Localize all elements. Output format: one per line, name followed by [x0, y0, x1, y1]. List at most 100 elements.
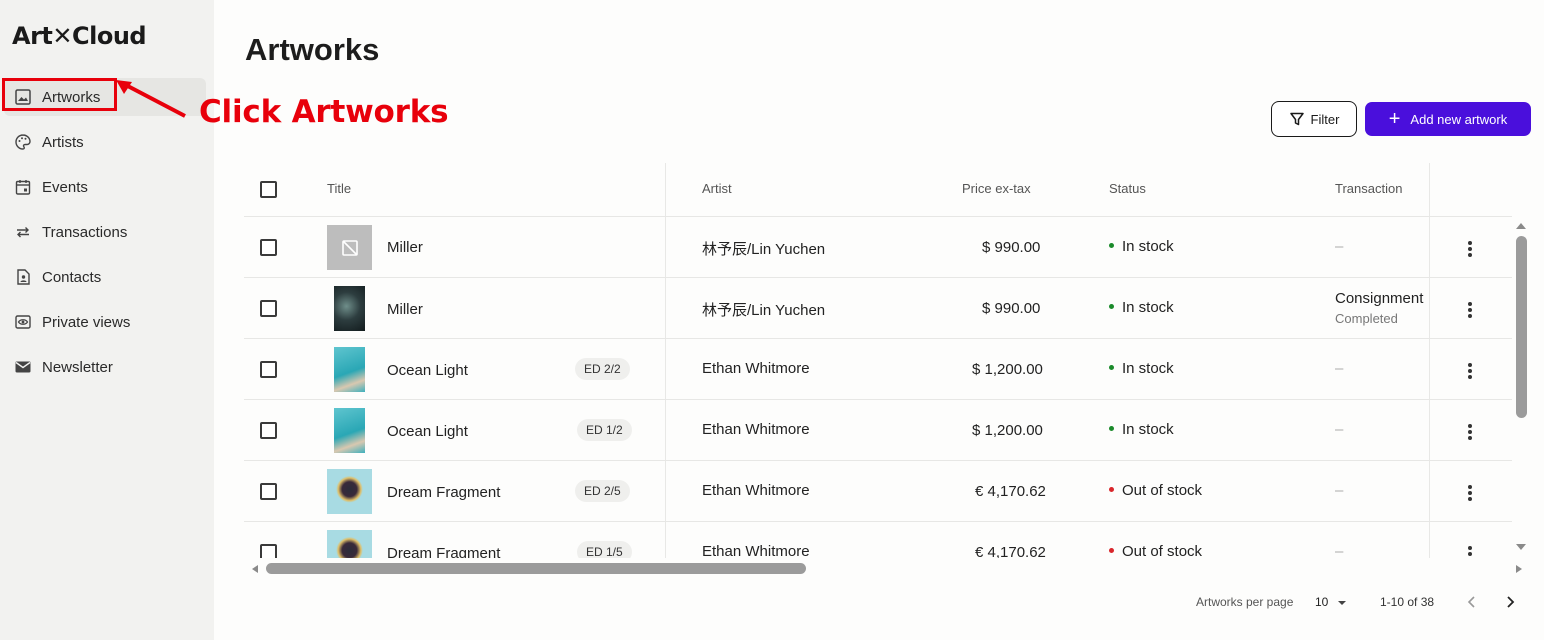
- status: In stock: [1109, 360, 1174, 377]
- annotation-highlight-box: [2, 78, 117, 111]
- artwork-title[interactable]: Miller: [387, 239, 423, 256]
- artwork-thumbnail-placeholder: [327, 225, 372, 270]
- row-checkbox[interactable]: [260, 361, 277, 378]
- price: $ 990.00: [982, 300, 1041, 317]
- more-options-icon[interactable]: [1468, 361, 1474, 381]
- status: Out of stock: [1109, 543, 1202, 558]
- status: In stock: [1109, 421, 1174, 438]
- add-new-artwork-button[interactable]: + Add new artwork: [1365, 102, 1531, 136]
- table-row[interactable]: Dream Fragment ED 1/5 Ethan Whitmore € 4…: [244, 521, 1512, 558]
- sidebar-item-contacts[interactable]: Contacts: [4, 258, 206, 296]
- chevron-down-icon: [1337, 600, 1346, 605]
- row-checkbox[interactable]: [260, 239, 277, 256]
- artwork-thumbnail: [327, 469, 372, 514]
- annotation-text: Click Artworks: [199, 94, 449, 130]
- status: Out of stock: [1109, 482, 1202, 499]
- scroll-down-arrow-icon[interactable]: [1515, 543, 1527, 551]
- previous-page-icon[interactable]: [1467, 596, 1477, 608]
- pagination-range: 1-10 of 38: [1380, 595, 1435, 609]
- status-dot: [1109, 364, 1114, 370]
- calendar-icon: [14, 178, 32, 196]
- palette-icon: [14, 133, 32, 151]
- price: $ 990.00: [982, 239, 1041, 256]
- sidebar-item-label: Contacts: [42, 268, 102, 286]
- artist-name: Ethan Whitmore: [702, 421, 810, 438]
- artist-name: Ethan Whitmore: [702, 360, 810, 377]
- artist-name: Ethan Whitmore: [702, 482, 810, 499]
- artwork-thumbnail: [334, 408, 365, 453]
- row-checkbox[interactable]: [260, 300, 277, 317]
- table-row[interactable]: Ocean Light ED 2/2 Ethan Whitmore $ 1,20…: [244, 338, 1512, 399]
- status-dot: [1109, 242, 1114, 248]
- sidebar-item-private-views[interactable]: Private views: [4, 303, 206, 341]
- horizontal-scrollbar[interactable]: [266, 563, 806, 574]
- sidebar-item-events[interactable]: Events: [4, 168, 206, 206]
- status: In stock: [1109, 299, 1174, 316]
- transaction: Consignment: [1335, 290, 1424, 307]
- more-options-icon[interactable]: [1468, 300, 1474, 320]
- price: € 4,170.62: [975, 544, 1046, 558]
- annotation-arrow-icon: [116, 80, 186, 118]
- row-checkbox[interactable]: [260, 422, 277, 439]
- scroll-left-arrow-icon[interactable]: [251, 564, 259, 574]
- page-title: Artworks: [245, 32, 380, 67]
- table-row[interactable]: Ocean Light ED 1/2 Ethan Whitmore $ 1,20…: [244, 399, 1512, 460]
- sidebar-item-label: Private views: [42, 313, 131, 331]
- row-checkbox[interactable]: [260, 483, 277, 500]
- artwork-title[interactable]: Dream Fragment: [387, 484, 500, 501]
- app-logo[interactable]: Art✕Cloud: [12, 22, 147, 50]
- transaction: –: [1335, 360, 1344, 377]
- column-header-status[interactable]: Status: [1109, 181, 1146, 196]
- column-header-artist[interactable]: Artist: [702, 181, 732, 196]
- row-checkbox[interactable]: [260, 544, 277, 558]
- status-dot: [1109, 486, 1114, 492]
- transaction-status: Completed: [1335, 311, 1398, 326]
- table-row[interactable]: Dream Fragment ED 2/5 Ethan Whitmore € 4…: [244, 460, 1512, 521]
- more-options-icon[interactable]: [1468, 239, 1474, 259]
- artist-name: 林予辰/Lin Yuchen: [702, 241, 826, 258]
- transaction: –: [1335, 421, 1344, 438]
- artwork-title[interactable]: Dream Fragment: [387, 545, 500, 558]
- edition-badge: ED 1/2: [577, 419, 632, 441]
- mail-icon: [14, 358, 32, 376]
- column-header-title[interactable]: Title: [327, 181, 351, 196]
- transaction: –: [1335, 238, 1344, 255]
- sidebar-item-label: Events: [42, 178, 88, 196]
- price: € 4,170.62: [975, 483, 1046, 500]
- eye-icon: [14, 313, 32, 331]
- sidebar-item-transactions[interactable]: Transactions: [4, 213, 206, 251]
- artwork-thumbnail: [334, 347, 365, 392]
- artist-name: Ethan Whitmore: [702, 543, 810, 558]
- column-header-price[interactable]: Price ex-tax: [962, 181, 1031, 196]
- rows-per-page-label: Artworks per page: [1196, 595, 1294, 609]
- scroll-up-arrow-icon[interactable]: [1515, 222, 1527, 230]
- rows-per-page-select[interactable]: 10: [1315, 595, 1347, 609]
- filter-icon: [1289, 112, 1304, 126]
- plus-icon: +: [1388, 108, 1401, 130]
- table-row[interactable]: Miller 林予辰/Lin Yuchen $ 990.00 In stock …: [244, 216, 1512, 277]
- sidebar-item-newsletter[interactable]: Newsletter: [4, 348, 206, 386]
- select-all-checkbox[interactable]: [260, 181, 277, 198]
- artwork-title[interactable]: Ocean Light: [387, 362, 468, 379]
- more-options-icon[interactable]: [1468, 483, 1474, 503]
- artwork-title[interactable]: Ocean Light: [387, 423, 468, 440]
- image-off-icon: [341, 239, 358, 256]
- artist-name: 林予辰/Lin Yuchen: [702, 302, 826, 319]
- artwork-title[interactable]: Miller: [387, 301, 423, 318]
- swap-arrows-icon: [14, 223, 32, 241]
- next-page-icon[interactable]: [1505, 596, 1515, 608]
- sidebar-item-artists[interactable]: Artists: [4, 123, 206, 161]
- status-dot: [1109, 303, 1114, 309]
- more-options-icon[interactable]: [1468, 422, 1474, 442]
- edition-badge: ED 2/2: [575, 358, 630, 380]
- vertical-scrollbar[interactable]: [1516, 236, 1527, 418]
- contact-icon: [14, 268, 32, 286]
- transaction: –: [1335, 482, 1344, 499]
- column-header-transaction[interactable]: Transaction: [1335, 181, 1402, 196]
- filter-button-label: Filter: [1310, 111, 1340, 127]
- filter-button[interactable]: Filter: [1271, 101, 1357, 137]
- artwork-thumbnail: [334, 286, 365, 331]
- table-row[interactable]: Miller 林予辰/Lin Yuchen $ 990.00 In stock …: [244, 277, 1512, 338]
- scroll-right-arrow-icon[interactable]: [1515, 564, 1523, 574]
- more-options-icon[interactable]: [1468, 544, 1474, 558]
